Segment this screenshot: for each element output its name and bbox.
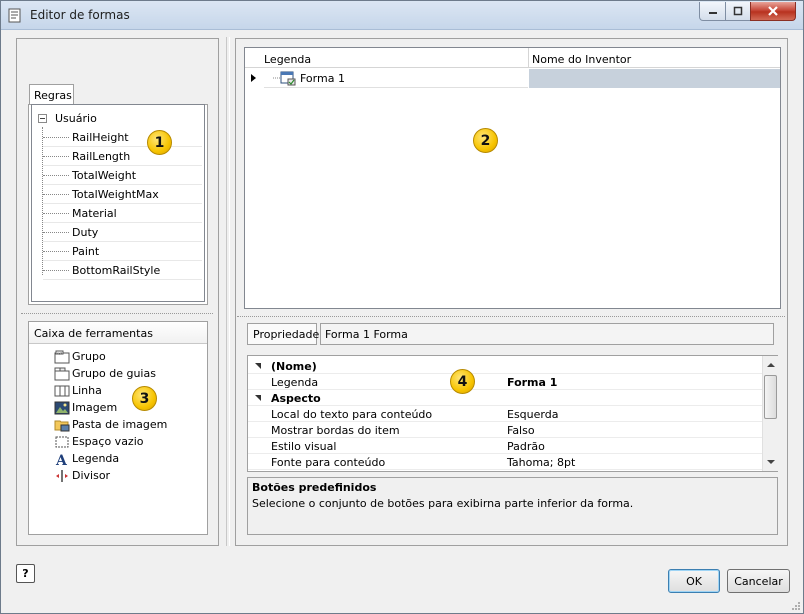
column-header-legend[interactable]: Legenda: [264, 53, 311, 66]
property-row-show-borders[interactable]: Mostrar bordas do item Falso: [248, 422, 762, 438]
tab-rules[interactable]: Regras: [29, 84, 74, 105]
form-editor-window: Editor de formas Regras Usuário RailHeig…: [0, 0, 804, 614]
svg-text:A: A: [55, 453, 68, 466]
help-button[interactable]: ?: [16, 564, 35, 583]
form-tree-grid: Legenda Nome do Inventor Forma 1: [244, 47, 781, 309]
callout-4: 4: [450, 369, 475, 394]
tree-item-bottomrailstyle[interactable]: BottomRailStyle: [43, 261, 202, 280]
tool-image[interactable]: Imagem: [54, 399, 117, 416]
grid-row-forma-1[interactable]: Forma 1: [264, 69, 528, 88]
form-editor-icon: [8, 8, 21, 23]
left-splitter[interactable]: [21, 313, 213, 316]
row-indicator-icon: [245, 69, 263, 88]
property-object-name: Forma 1 Forma: [320, 323, 774, 345]
column-separator[interactable]: [528, 48, 529, 68]
tool-tab-group[interactable]: Grupo de guias: [54, 365, 156, 382]
main-splitter[interactable]: [226, 37, 230, 546]
property-grid: (Nome) Legenda Forma 1 Aspecto Local do …: [247, 355, 778, 472]
tree-item-totalweight[interactable]: TotalWeight: [43, 166, 202, 185]
tool-empty-space[interactable]: Espaço vazio: [54, 433, 144, 450]
rules-tree: Usuário RailHeight RailLength TotalWeigh…: [31, 104, 205, 302]
image-folder-icon: [54, 420, 70, 431]
description-title: Botões predefinidos: [252, 481, 377, 494]
category-aspecto[interactable]: Aspecto: [248, 390, 762, 406]
tool-label[interactable]: A Legenda: [54, 450, 119, 467]
property-row-content-font[interactable]: Fonte para conteúdo Tahoma; 8pt: [248, 454, 762, 470]
tree-item-material[interactable]: Material: [43, 204, 202, 223]
tree-item-raillength[interactable]: RailLength: [43, 147, 202, 166]
tool-row[interactable]: Linha: [54, 382, 102, 399]
tree-item-railheight[interactable]: RailHeight: [43, 128, 202, 147]
collapse-triangle-icon[interactable]: [255, 363, 261, 369]
cancel-button[interactable]: Cancelar: [727, 569, 790, 593]
empty-space-icon: [55, 436, 69, 447]
row-icon: [54, 385, 70, 396]
property-label: Propriedade: [247, 323, 319, 345]
close-button[interactable]: [750, 2, 796, 21]
ok-button[interactable]: OK: [668, 569, 720, 593]
tree-item-duty[interactable]: Duty: [43, 223, 202, 242]
callout-2: 2: [473, 128, 498, 153]
collapse-triangle-icon[interactable]: [255, 395, 261, 401]
property-description: Botões predefinidos Selecione o conjunto…: [247, 477, 778, 535]
row-legend: Forma 1: [300, 72, 345, 85]
property-row-visual-style[interactable]: Estilo visual Padrão: [248, 438, 762, 454]
tree-root-label: Usuário: [55, 112, 97, 125]
scroll-up-icon[interactable]: [764, 359, 778, 371]
image-icon: [54, 401, 70, 414]
title-bar[interactable]: Editor de formas: [1, 1, 803, 30]
tool-group[interactable]: xyz Grupo: [54, 348, 106, 365]
group-icon: xyz: [54, 350, 70, 363]
property-row-legenda[interactable]: Legenda Forma 1: [248, 374, 762, 390]
window-title: Editor de formas: [30, 8, 130, 22]
toolbox: Caixa de ferramentas xyz Grupo Grupo de …: [28, 321, 208, 535]
description-text: Selecione o conjunto de botões para exib…: [252, 497, 634, 510]
grid-header: Legenda Nome do Inventor: [245, 48, 780, 68]
category-name[interactable]: (Nome): [248, 358, 762, 374]
form-node-icon: [280, 71, 296, 86]
tree-item-paint[interactable]: Paint: [43, 242, 202, 261]
minimize-icon: [708, 12, 717, 14]
tool-image-folder[interactable]: Pasta de imagem: [54, 416, 167, 433]
grid-cell-inventor-name[interactable]: [529, 69, 780, 88]
resize-grip-icon[interactable]: [790, 600, 802, 612]
maximize-button[interactable]: [725, 2, 751, 21]
property-grid-scrollbar[interactable]: [762, 356, 778, 471]
tool-splitter[interactable]: Divisor: [54, 467, 110, 484]
svg-text:xyz: xyz: [57, 351, 63, 355]
tree-root-user[interactable]: Usuário: [38, 112, 97, 125]
column-header-inventor-name[interactable]: Nome do Inventor: [532, 53, 631, 66]
tab-group-icon: [54, 367, 70, 380]
close-icon: [768, 6, 778, 16]
maximize-icon: [733, 6, 743, 16]
label-icon: A: [55, 453, 68, 466]
splitter-icon: [56, 469, 68, 482]
scroll-down-icon[interactable]: [764, 456, 778, 468]
property-row-text-location[interactable]: Local do texto para conteúdo Esquerda: [248, 406, 762, 422]
right-splitter[interactable]: [237, 316, 785, 319]
collapse-icon[interactable]: [38, 114, 47, 123]
scrollbar-thumb[interactable]: [764, 375, 777, 419]
tree-item-totalweightmax[interactable]: TotalWeightMax: [43, 185, 202, 204]
callout-3: 3: [132, 386, 157, 411]
toolbox-header: Caixa de ferramentas: [29, 322, 207, 344]
minimize-button[interactable]: [699, 2, 726, 21]
callout-1: 1: [147, 130, 172, 155]
